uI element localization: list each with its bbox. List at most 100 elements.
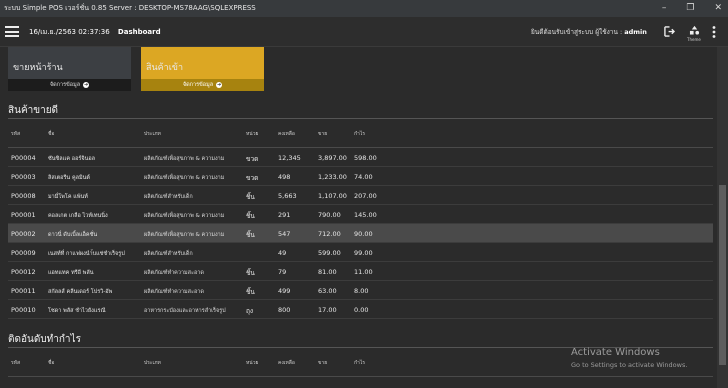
table-cell: ผลิตภัณฑ์เพื่อสุขภาพ & ความงาม	[144, 212, 225, 219]
column-header: ประเภท	[144, 131, 161, 137]
table-cell: มามี่โพโค แพ้นท์	[48, 193, 88, 200]
table-cell: เนสท์ที่ กาแฟผงนำ้บแช่ชำเร็จรูป	[48, 250, 125, 257]
table-cell: ชิ้น	[246, 269, 255, 277]
menu-icon[interactable]	[5, 26, 19, 37]
minimize-icon[interactable]: –	[662, 0, 667, 17]
scrollbar-thumb[interactable]	[719, 185, 726, 365]
column-header: ชื่อ	[48, 131, 55, 137]
table-cell: ผลิตภัณฑ์เพื่อสุขภาพ & ความงาม	[144, 155, 225, 162]
table-cell: P00003	[11, 173, 36, 181]
table-cell: 0.00	[354, 306, 369, 314]
column-header: คงเหลือ	[278, 131, 295, 137]
column-header: กำไร	[354, 360, 366, 366]
table-cell: 499	[278, 287, 291, 295]
table-row[interactable]: P00009 เนสท์ที่ กาแฟผงนำ้บแช่ชำเร็จรูป ผลิ…	[8, 243, 713, 262]
table-cell: 79	[278, 268, 287, 276]
table-cell: P00009	[11, 249, 36, 257]
column-header: ประเภท	[144, 360, 161, 366]
table-row[interactable]: P00012 แอทแทค ทรีอี พลัน ผลิตภัณฑ์ทำความสะ…	[8, 262, 713, 281]
card-action-label: จัดการข้อมูล	[182, 82, 214, 88]
table-cell: ชิ้น	[246, 193, 255, 201]
table-cell: 74.00	[354, 173, 373, 181]
watermark-subtitle: Go to Settings to activate Windows.	[571, 361, 688, 369]
table-cell: 3,897.00	[318, 154, 347, 162]
arrow-right-icon: ➜	[216, 81, 223, 88]
table-cell: 291	[278, 211, 291, 219]
table-cell: 1,107.00	[318, 192, 347, 200]
card-manage-link[interactable]: จัดการข้อมูล ➜	[8, 79, 131, 91]
page-title: Dashboard	[117, 28, 161, 36]
window-title: ระบบ Simple POS เวอร์ชั่น 0.85 Server : …	[4, 4, 256, 12]
column-header: กำไร	[354, 131, 366, 137]
table-row[interactable]: P00010 โซดา พลัส ชำไวยังเเรณี อาหารกระป๋อง…	[8, 300, 713, 319]
table-cell: สกัลลส์ คลีนเดอร์ โปรวิ-อัพ	[48, 288, 113, 295]
table-cell: ดาวนี่ ดับเบิ้ลแอ็คชั่น	[48, 231, 98, 238]
watermark-title: Activate Windows	[571, 347, 660, 358]
table-cell: P00012	[11, 268, 36, 276]
table-row[interactable]: P00011 สกัลลส์ คลีนเดอร์ โปรวิ-อัพ ผลิตภัณ…	[8, 281, 713, 300]
theme-icon[interactable]	[689, 25, 700, 35]
header-info: 16/เม.ย./2563 02:37:36 Dashboard	[29, 27, 161, 38]
table-cell: 5,663	[278, 192, 297, 200]
welcome-prefix: ยินดีต้อนรับเข้าสู่ระบบ ผู้ใช้งาน :	[531, 28, 623, 36]
table-cell: 90.00	[354, 230, 373, 238]
table-cell: P00001	[11, 211, 36, 219]
column-header: รหัส	[11, 360, 21, 366]
table-cell: 63.00	[318, 287, 337, 295]
table-cell: 207.00	[354, 192, 377, 200]
activation-watermark: Activate Windows Go to Settings to activ…	[571, 347, 687, 369]
table-cell: ผลิตภัณฑ์ทำความสะอาด	[144, 269, 204, 276]
table-cell: 1,233.00	[318, 173, 347, 181]
table-cell: 547	[278, 230, 291, 238]
table-cell: 11.00	[354, 268, 373, 276]
table-body: P00004 ซันซิลเเค ออร์จินอล ผลิตภัณฑ์เพื่อส…	[8, 148, 713, 319]
table-cell: ผลิตภัณฑ์เพื่อสุขภาพ & ความงาม	[144, 174, 225, 181]
table-row[interactable]: P00003 ลิสเตอรีน คูลมินต์ ผลิตภัณฑ์เพื่อสุ…	[8, 167, 713, 186]
table-cell: 8.00	[354, 287, 369, 295]
maximize-icon[interactable]: ❐	[686, 0, 694, 17]
table-cell: ซันซิลเเค ออร์จินอล	[48, 155, 95, 162]
top-bar: 16/เม.ย./2563 02:37:36 Dashboard ยินดีต้…	[0, 17, 728, 47]
table-cell: ผลิตภัณฑ์สำหรับเด็ก	[144, 193, 193, 200]
table-cell: 17.00	[318, 306, 337, 314]
column-header: ชื่อ	[48, 360, 55, 366]
column-header: รหัส	[11, 131, 21, 137]
table-cell: P00011	[11, 287, 36, 295]
more-options-icon[interactable]	[712, 26, 716, 38]
datetime-label: 16/เม.ย./2563 02:37:36	[29, 28, 110, 36]
table-cell: 12,345	[278, 154, 301, 162]
column-header: ขาย	[318, 360, 328, 366]
window-titlebar: ระบบ Simple POS เวอร์ชั่น 0.85 Server : …	[0, 0, 728, 17]
table-cell: ขวด	[246, 174, 259, 182]
table-row[interactable]: P00008 มามี่โพโค แพ้นท์ ผลิตภัณฑ์สำหรับเด็…	[8, 186, 713, 205]
table-header: รหัส ชื่อ ประเภท หน่วย คงเหลือ ขาย กำไร	[8, 119, 713, 148]
table-cell: อาหารกระป๋องและอาหารสำเร็จรูป	[144, 307, 226, 314]
table-cell: 49	[278, 249, 287, 257]
column-header: คงเหลือ	[278, 360, 295, 366]
card-sales[interactable]: ขายหน้าร้าน จัดการข้อมูล ➜	[8, 47, 131, 91]
close-icon[interactable]: ✕	[714, 0, 722, 17]
table-cell: P00002	[11, 230, 36, 238]
table-cell: ผลิตภัณฑ์สำหรับเด็ก	[144, 250, 193, 257]
table-cell: ลิสเตอรีน คูลมินต์	[48, 174, 90, 181]
table-row[interactable]: P00001 คอลเกต เกลือ ไวท์เทนนิ่ง ผลิตภัณฑ์เ…	[8, 205, 713, 224]
table-cell: 498	[278, 173, 291, 181]
table-cell: 599.00	[318, 249, 341, 257]
table-cell: P00010	[11, 306, 36, 314]
card-title: ขายหน้าร้าน	[13, 63, 63, 73]
vertical-scrollbar[interactable]	[717, 47, 728, 388]
table-row[interactable]: P00002 ดาวนี่ ดับเบิ้ลแอ็คชั่น ผลิตภัณฑ์เพ…	[8, 224, 713, 243]
table-cell: โซดา พลัส ชำไวยังเเรณี	[48, 307, 106, 314]
card-stock-in[interactable]: สินค้าเข้า จัดการข้อมูล ➜	[141, 47, 264, 91]
card-title: สินค้าเข้า	[146, 63, 184, 73]
table-cell: 145.00	[354, 211, 377, 219]
card-manage-link[interactable]: จัดการข้อมูล ➜	[141, 79, 264, 91]
best-sellers-table: รหัส ชื่อ ประเภท หน่วย คงเหลือ ขาย กำไร …	[8, 119, 713, 319]
best-sellers-title: สินค้าขายดี	[8, 105, 59, 116]
logout-icon[interactable]	[664, 26, 675, 37]
table-row[interactable]: P00004 ซันซิลเเค ออร์จินอล ผลิตภัณฑ์เพื่อส…	[8, 148, 713, 167]
table-cell: 712.00	[318, 230, 341, 238]
column-header: ขาย	[318, 131, 328, 137]
window-controls: – ❐ ✕	[662, 0, 722, 17]
table-cell: ชิ้น	[246, 212, 255, 220]
